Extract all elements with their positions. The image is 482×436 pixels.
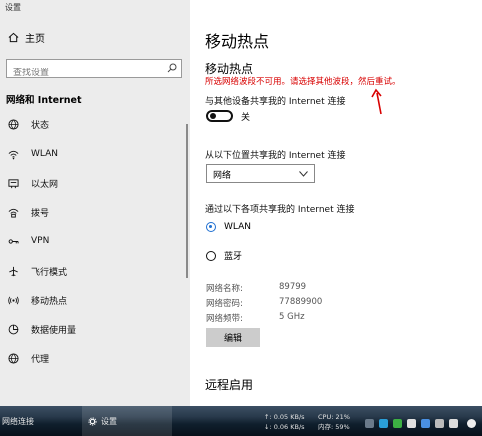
network-band-value: 5 GHz — [279, 312, 305, 322]
share-from-label: 从以下位置共享我的 Internet 连接 — [205, 151, 346, 161]
download-speed: ↓: 0.06 KB/s — [264, 423, 305, 431]
error-message: 所选网络波段不可用。请选择其他波段，然后重试。 — [205, 77, 401, 87]
network-password-value: 77889900 — [279, 297, 323, 307]
upload-speed: ↑: 0.05 KB/s — [264, 413, 305, 421]
dialup-icon — [8, 208, 18, 218]
globe-icon — [7, 118, 19, 130]
network-password-label: 网络密码: — [206, 299, 243, 309]
vpn-icon — [8, 238, 19, 244]
cpu-usage: CPU: 21% — [318, 413, 350, 421]
notification-icon[interactable] — [467, 419, 476, 428]
toggle-state-label: 关 — [241, 113, 251, 123]
sidebar-home[interactable]: 主页 — [8, 30, 45, 45]
network-name-label: 网络名称: — [206, 284, 243, 294]
sidebar-item-proxy[interactable]: 代理 — [6, 349, 49, 367]
tray-network-icon[interactable] — [435, 419, 444, 428]
radio-bluetooth-label: 蓝牙 — [224, 252, 243, 262]
sidebar-item-label: 飞行模式 — [31, 267, 68, 278]
page-title: 移动热点 — [205, 32, 270, 51]
sidebar-item-airplane[interactable]: 飞行模式 — [6, 262, 67, 280]
sidebar-item-label: 拨号 — [31, 208, 50, 219]
share-from-value: 网络 — [213, 171, 232, 181]
airplane-icon — [8, 266, 18, 276]
tray-wechat-icon[interactable] — [393, 419, 402, 428]
taskbar: 网络连接 设置 ↑: 0.05 KB/s ↓: 0.06 KB/s CPU: 2… — [0, 406, 482, 436]
sidebar-item-label: 以太网 — [31, 179, 59, 190]
radio-wlan[interactable]: WLAN — [206, 222, 251, 232]
home-label: 主页 — [25, 34, 45, 45]
search-box[interactable] — [6, 59, 182, 78]
annotation-arrow-icon — [371, 88, 382, 115]
sidebar-item-data-usage[interactable]: 数据使用量 — [6, 320, 76, 338]
taskbar-settings-label: 设置 — [101, 416, 117, 426]
sidebar-item-label: WLAN — [31, 149, 59, 159]
tray-chevron-icon[interactable] — [365, 419, 374, 428]
search-input[interactable] — [13, 68, 153, 78]
radio-unselected-icon[interactable] — [206, 250, 216, 261]
window-titlebar: 设置 — [0, 0, 190, 14]
sidebar-item-label: 状态 — [31, 120, 50, 131]
sidebar-item-ethernet[interactable]: 以太网 — [6, 174, 58, 192]
sidebar-item-vpn[interactable]: VPN — [6, 232, 49, 250]
sidebar-item-dialup[interactable]: 拨号 — [6, 203, 49, 221]
taskbar-settings-item[interactable]: 设置 — [88, 406, 117, 436]
sidebar-item-status[interactable]: 状态 — [6, 115, 49, 133]
network-name-value: 89799 — [279, 282, 307, 292]
sidebar-item-wlan[interactable]: WLAN — [6, 145, 58, 163]
sidebar-item-label: 移动热点 — [31, 296, 68, 307]
data-usage-icon — [8, 324, 18, 334]
sidebar-item-label: 代理 — [31, 354, 50, 365]
share-connection-label: 与其他设备共享我的 Internet 连接 — [205, 97, 346, 107]
tray-app2-icon[interactable] — [407, 419, 416, 428]
sidebar-item-label: 数据使用量 — [31, 325, 77, 336]
sidebar-item-hotspot[interactable]: 移动热点 — [6, 291, 67, 309]
home-icon — [8, 32, 19, 43]
radio-wlan-label: WLAN — [224, 222, 252, 232]
tray-app3-icon[interactable] — [421, 419, 430, 428]
hotspot-toggle[interactable] — [206, 110, 233, 122]
gear-icon — [88, 416, 97, 426]
radio-bluetooth[interactable]: 蓝牙 — [206, 249, 242, 262]
remote-enable-title: 远程启用 — [205, 378, 254, 392]
edit-button[interactable]: 编辑 — [206, 328, 260, 347]
taskbar-network-item[interactable]: 网络连接 — [2, 406, 34, 436]
radio-selected-icon[interactable] — [206, 222, 216, 232]
hotspot-icon — [7, 296, 19, 304]
share-over-label: 通过以下各项共享我的 Internet 连接 — [205, 205, 355, 215]
sidebar-item-label: VPN — [31, 236, 50, 246]
window-title: 设置 — [5, 3, 21, 12]
sidebar-scrollbar[interactable] — [186, 124, 188, 278]
chevron-down-icon — [299, 171, 308, 177]
wifi-icon — [8, 150, 18, 159]
sidebar-section-title: 网络和 Internet — [6, 95, 82, 106]
share-from-dropdown[interactable]: 网络 — [206, 164, 315, 183]
taskbar-network-label: 网络连接 — [2, 416, 34, 426]
ethernet-icon — [7, 178, 19, 188]
tray-app-icon[interactable] — [379, 419, 388, 428]
search-icon[interactable] — [167, 63, 177, 73]
tray-volume-icon[interactable] — [449, 419, 458, 428]
memory-usage: 内存: 59% — [318, 423, 350, 431]
network-band-label: 网络频带: — [206, 314, 243, 324]
proxy-globe-icon — [7, 352, 19, 364]
